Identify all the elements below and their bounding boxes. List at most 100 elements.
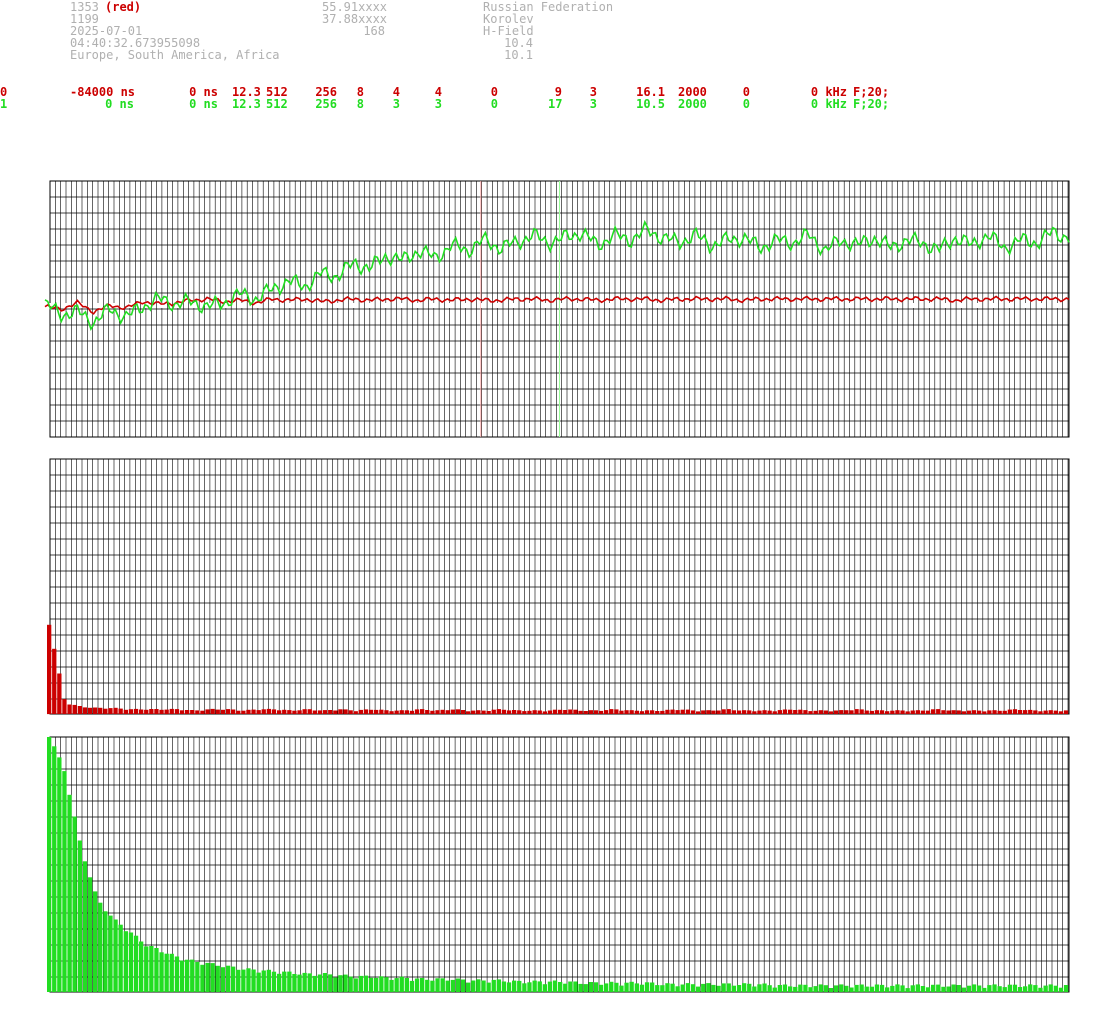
- spectrum-green-bar: [169, 953, 174, 992]
- spectrum-red-bar: [154, 709, 159, 714]
- spectrum-red-bar: [598, 710, 604, 714]
- spectrum-green-bar: [512, 980, 517, 992]
- spectrum-red-bar: [394, 710, 399, 714]
- spectrum-red-bar: [481, 710, 486, 714]
- spectrum-green-bar: [179, 960, 185, 992]
- spectrum-green-bar: [864, 986, 869, 992]
- spectrum-green-bar: [583, 984, 588, 992]
- spectrum-green-bar: [123, 931, 128, 992]
- spectrum-green-bar: [685, 983, 691, 992]
- spectrum-red-bar: [384, 710, 389, 714]
- spectrum-green-bar: [47, 737, 52, 992]
- spectrum-red-bar: [358, 709, 363, 714]
- spectrum-green-bar: [225, 965, 231, 992]
- spectrum-green-bar: [358, 975, 363, 992]
- spectrum-green-bar: [593, 982, 599, 992]
- spectrum-green-bar: [680, 984, 685, 992]
- spectrum-red-bar: [256, 710, 261, 714]
- spectrum-green-bar: [440, 978, 445, 992]
- spectrum-green-bar: [788, 986, 793, 992]
- spectrum-green-bar: [210, 963, 215, 992]
- spectrum-green-bar: [905, 988, 910, 992]
- spectrum-green-bar: [527, 982, 532, 992]
- spectrum-red-bar: [409, 710, 415, 714]
- spectrum-red-bar: [925, 710, 931, 714]
- spectrum-green-bar: [271, 971, 277, 992]
- spectrum-green-bar: [803, 984, 808, 992]
- spectrum-red-bar: [205, 709, 210, 714]
- spectrum-green-bar: [931, 984, 936, 992]
- spectrum-green-bar: [1053, 985, 1058, 992]
- spectrum-red-bar: [144, 709, 149, 714]
- spectrum-red-bar: [788, 709, 793, 714]
- spectrum-green-bar: [256, 972, 261, 992]
- spectrum-green-bar: [767, 985, 772, 992]
- spectrum-green-bar: [890, 985, 895, 992]
- spectrum-green-bar: [57, 757, 62, 992]
- spectrum-green-bar: [399, 976, 404, 992]
- spectrum-red-bar: [98, 707, 103, 714]
- spectrum-red-bar: [854, 709, 859, 714]
- spectrum-green-bar: [614, 982, 619, 992]
- spectrum-red-bar: [910, 710, 915, 714]
- spectrum-red-bar: [118, 708, 123, 714]
- spectrum-red-bar: [665, 709, 670, 714]
- spectrum-red-bar: [747, 710, 752, 714]
- spectrum-green-bar: [879, 984, 885, 992]
- spectrum-red-bar: [895, 710, 900, 714]
- spectrum-red-bar: [57, 673, 62, 714]
- spectrum-red-bar: [609, 709, 614, 714]
- spectrum-red-bar: [328, 710, 333, 714]
- spectrum-red-bar: [726, 709, 731, 714]
- spectrum-green-bar: [568, 981, 573, 992]
- spectrum-red-bar: [1023, 710, 1028, 714]
- spectrum-green-bar: [231, 966, 236, 992]
- spectrum-green-bar: [736, 985, 742, 992]
- spectrum-red-bar: [287, 710, 292, 714]
- spectrum-red-bar: [1002, 710, 1007, 714]
- spectrum-red-bar: [297, 710, 302, 714]
- spectrum-green-bar: [552, 980, 558, 992]
- spectrum-green-bar: [1023, 986, 1028, 992]
- spectrum-red-bar: [772, 711, 777, 714]
- spectrum-green-bar: [297, 974, 302, 992]
- spectrum-red-bar: [476, 710, 481, 714]
- spectrum-red-bar: [568, 709, 573, 714]
- spectrum-red-bar: [900, 710, 905, 714]
- spectrum-red-bar: [742, 710, 747, 714]
- spectrum-red-bar: [399, 710, 404, 714]
- spectrum-red-bar: [639, 711, 645, 714]
- spectrum-green-bar: [573, 981, 578, 992]
- spectrum-green-bar: [859, 984, 864, 992]
- spectrum-red-bar: [675, 710, 680, 714]
- spectrum-red-bar: [302, 709, 307, 714]
- spectrum-red-bar: [62, 699, 67, 714]
- spectrum-red-bar: [874, 710, 880, 714]
- spectrum-green-bar: [317, 974, 323, 992]
- spectrum-red-bar: [849, 710, 854, 714]
- spectrum-green-bar: [481, 980, 486, 992]
- spectrum-green-bar: [133, 935, 139, 992]
- spectrum-green-bar: [701, 983, 706, 992]
- spectrum-green-bar: [389, 979, 394, 992]
- spectrum-red-bar: [757, 710, 762, 714]
- spectrum-green-bar: [353, 978, 358, 992]
- spectrum-red-bar: [716, 710, 721, 714]
- spectrum-green-bar: [103, 911, 108, 992]
- spectrum-green-bar: [808, 987, 813, 992]
- spectrum-green-bar: [113, 919, 118, 992]
- spectrum-red-bar: [312, 710, 317, 714]
- spectrum-red-bar: [660, 710, 665, 714]
- spectrum-red-bar: [164, 709, 169, 714]
- spectrum-red-bar: [1012, 709, 1018, 714]
- spectrum-green-bar: [833, 985, 839, 992]
- spectrum-green-bar: [951, 984, 956, 992]
- spectrum-red-bar: [844, 710, 849, 714]
- spectrum-green-bar: [139, 941, 144, 992]
- spectrum-red-bar: [1033, 710, 1038, 714]
- spectrum-green-bar: [532, 980, 537, 992]
- spectrum-green-bar: [517, 980, 522, 992]
- spectrum-red-bar: [435, 710, 440, 714]
- spectrum-green-bar: [52, 746, 57, 992]
- spectrum-red-bar: [236, 710, 241, 714]
